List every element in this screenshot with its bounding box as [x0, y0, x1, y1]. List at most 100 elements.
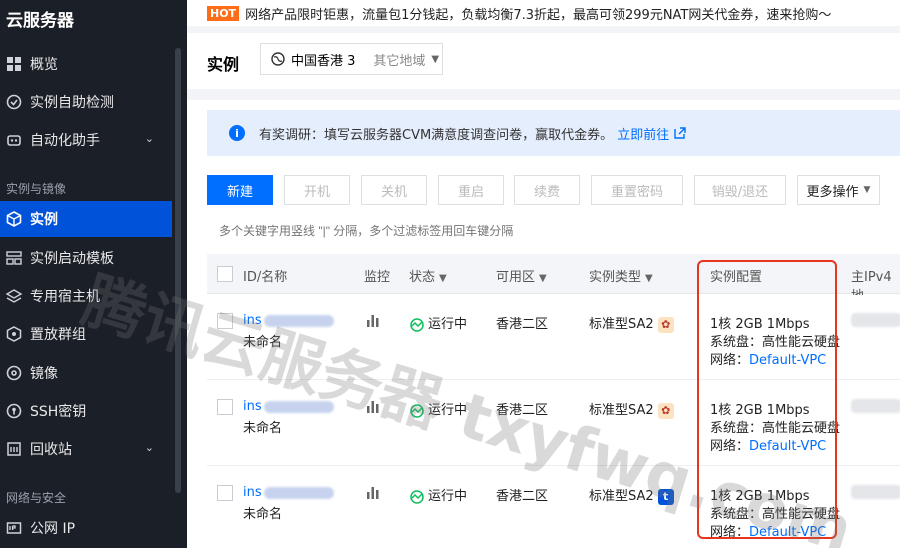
page-title: 实例: [207, 55, 240, 74]
sidebar-item-dedicated-host[interactable]: 专用宿主机: [0, 278, 172, 314]
config-spec: 1核 2GB 1Mbps: [710, 403, 810, 418]
sidebar-item-overview[interactable]: 概览: [0, 46, 172, 82]
instance-type: 标准型SA2 ✿: [589, 313, 674, 333]
caret-down-icon: ▼: [431, 53, 440, 65]
check-circle-icon: [6, 94, 22, 110]
external-link-icon[interactable]: [673, 126, 687, 140]
sidebar-item-placement-group[interactable]: 置放群组: [0, 316, 172, 352]
zone: 香港二区: [496, 317, 549, 332]
monitor-icon[interactable]: [366, 485, 380, 503]
redacted-id: [263, 314, 334, 327]
col-status-label: 状态: [409, 270, 436, 285]
sidebar-item-ssh-keys[interactable]: SSH密钥: [0, 393, 172, 429]
sidebar-item-self-check[interactable]: 实例自助检测: [0, 84, 172, 120]
sidebar-item-label: 实例启动模板: [30, 251, 114, 267]
running-icon: [410, 403, 424, 418]
more-actions-button[interactable]: 更多操作 ▼: [797, 175, 880, 205]
filter-icon[interactable]: ▼: [539, 273, 547, 284]
sidebar-item-recycle-bin[interactable]: 回收站 ⌄: [0, 431, 172, 467]
sidebar-item-label: 置放群组: [30, 327, 86, 343]
promo-text: 网络产品限时钜惠，流量包1分钱起，负载均衡7.3折起，最高可领299元NAT网关…: [245, 7, 832, 23]
running-icon: [410, 489, 424, 504]
sidebar-item-automation[interactable]: 自动化助手 ⌄: [0, 122, 172, 158]
instance-id[interactable]: ins: [243, 399, 334, 414]
t-tag-icon: t: [657, 488, 674, 505]
filter-icon[interactable]: ▼: [645, 273, 653, 284]
search-input[interactable]: [207, 220, 900, 242]
config-spec: 1核 2GB 1Mbps: [710, 489, 810, 504]
monitor-icon[interactable]: [366, 399, 380, 417]
caret-down-icon: ▼: [863, 185, 871, 195]
more-actions-label: 更多操作: [806, 184, 859, 200]
config-disk: 系统盘：高性能云硬盘: [710, 335, 841, 350]
sidebar-item-label: 镜像: [30, 366, 58, 382]
ip-icon: [6, 520, 22, 536]
instance-panel: i 有奖调研：填写云服务器CVM满意度调查问卷，赢取代金券。 立即前往 新建 开…: [187, 100, 900, 548]
table-header: ID/名称 监控 状态▼ 可用区▼ 实例类型▼ 实例配置 主IPv4地: [207, 254, 900, 304]
monitor-icon[interactable]: [366, 313, 380, 331]
notice-link[interactable]: 立即前往: [617, 124, 669, 143]
create-button[interactable]: 新建: [207, 175, 273, 205]
vpc-link[interactable]: Default-VPC: [749, 525, 826, 540]
sidebar-item-label: 自动化助手: [30, 133, 100, 149]
config-spec: 1核 2GB 1Mbps: [710, 317, 810, 332]
template-icon: [6, 250, 22, 266]
config-network: 网络：Default-VPC: [710, 525, 827, 540]
survey-notice: i 有奖调研：填写云服务器CVM满意度调查问卷，赢取代金券。 立即前往: [207, 110, 900, 156]
destroy-button[interactable]: 销毁/退还: [694, 175, 786, 205]
instance-id[interactable]: ins: [243, 313, 334, 328]
row-checkbox[interactable]: [217, 313, 233, 329]
region-selector[interactable]: 中国香港 3 其它地域 ▼: [260, 43, 443, 75]
reset-password-button[interactable]: 重置密码: [591, 175, 683, 205]
select-all-checkbox[interactable]: [217, 266, 233, 282]
box-icon: [6, 211, 22, 227]
grid-icon: [6, 56, 22, 72]
sidebar-scrollbar[interactable]: [175, 48, 181, 493]
table-row[interactable]: ins 未命名 运行中 香港二区 标准型SA2 t 1核 2GB 1Mbps 系统…: [207, 467, 900, 548]
restart-button[interactable]: 重启: [438, 175, 504, 205]
table-row[interactable]: ins 未命名 运行中 香港二区 标准型SA2 ✿ 1核 2GB 1Mbps 系统…: [207, 295, 900, 380]
disc-icon: [6, 365, 22, 381]
row-checkbox[interactable]: [217, 399, 233, 415]
config-network: 网络：Default-VPC: [710, 439, 827, 454]
main-area: HOT 网络产品限时钜惠，流量包1分钱起，负载均衡7.3折起，最高可领299元N…: [187, 0, 900, 548]
group-icon: [6, 326, 22, 342]
sidebar-item-label: 实例自助检测: [30, 95, 114, 111]
running-icon: [410, 317, 424, 332]
start-button[interactable]: 开机: [284, 175, 350, 205]
page-header: 实例 中国香港 3 其它地域 ▼: [187, 33, 900, 89]
col-status[interactable]: 状态 ▼: [409, 266, 447, 285]
sidebar-item-label: 实例: [30, 212, 58, 228]
renew-button[interactable]: 续费: [514, 175, 580, 205]
stop-button[interactable]: 关机: [361, 175, 427, 205]
sidebar-item-label: 回收站: [30, 442, 72, 458]
region-current: 中国香港 3: [291, 53, 356, 69]
sidebar-item-images[interactable]: 镜像: [0, 355, 172, 391]
status: 运行中: [409, 485, 467, 504]
gift-tag-icon: ✿: [657, 402, 674, 419]
gift-tag-icon: ✿: [657, 316, 674, 333]
config-network: 网络：Default-VPC: [710, 353, 827, 368]
sidebar-item-label: 专用宿主机: [30, 289, 100, 305]
row-checkbox[interactable]: [217, 485, 233, 501]
promo-banner[interactable]: HOT 网络产品限时钜惠，流量包1分钱起，负载均衡7.3折起，最高可领299元N…: [187, 0, 900, 26]
col-zone[interactable]: 可用区 ▼: [496, 266, 547, 285]
config-disk: 系统盘：高性能云硬盘: [710, 507, 841, 522]
chevron-down-icon: ⌄: [144, 441, 154, 454]
status: 运行中: [409, 399, 467, 418]
instance-id[interactable]: ins: [243, 485, 334, 500]
trash-icon: [6, 441, 22, 457]
vpc-link[interactable]: Default-VPC: [749, 353, 826, 368]
table-row[interactable]: ins 未命名 运行中 香港二区 标准型SA2 ✿ 1核 2GB 1Mbps 系统…: [207, 381, 900, 466]
sidebar-item-launch-template[interactable]: 实例启动模板: [0, 240, 172, 276]
instance-name: 未命名: [243, 421, 283, 436]
sidebar-item-public-ip[interactable]: 公网 IP: [0, 510, 172, 546]
zone: 香港二区: [496, 403, 549, 418]
filter-icon[interactable]: ▼: [439, 273, 447, 284]
sidebar-item-instances[interactable]: 实例: [0, 201, 172, 237]
vpc-link[interactable]: Default-VPC: [749, 439, 826, 454]
zone: 香港二区: [496, 489, 549, 504]
col-type[interactable]: 实例类型 ▼: [589, 266, 653, 285]
chevron-down-icon: ⌄: [144, 132, 154, 145]
ipv4-redacted: [851, 485, 900, 503]
